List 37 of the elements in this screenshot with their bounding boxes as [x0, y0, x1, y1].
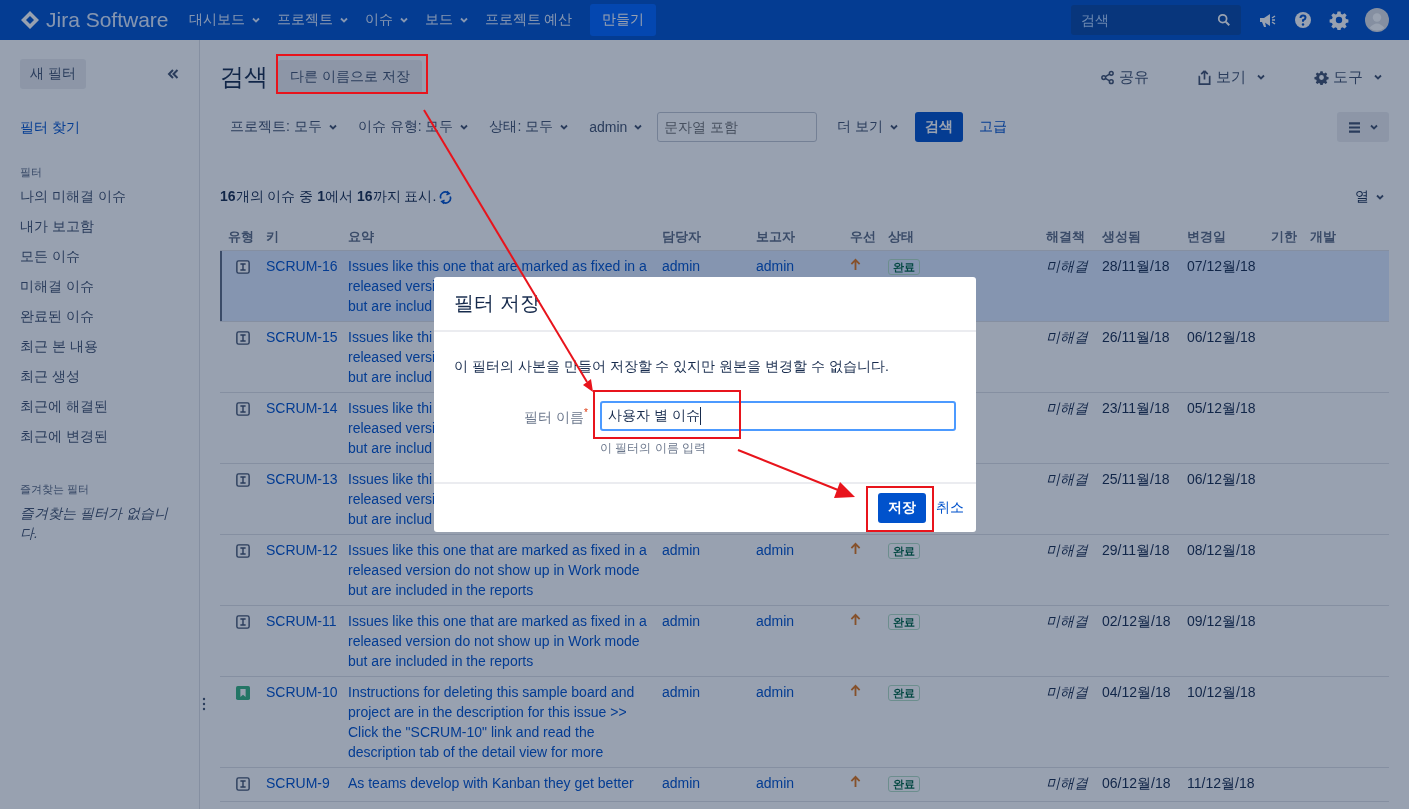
created-date: 28/11월/18: [1102, 258, 1170, 274]
created-date: 02/12월/18: [1102, 613, 1171, 629]
updated-date: 07/12월/18: [1187, 258, 1256, 274]
resolution-text: 미해결: [1046, 471, 1088, 487]
resolution-text: 미해결: [1046, 775, 1088, 791]
resolution-text: 미해결: [1046, 684, 1088, 700]
updated-date: 06/12월/18: [1187, 471, 1256, 487]
empty-message: 즐겨찾는 필터가 없습니다.: [20, 504, 170, 543]
field-label: 필터 이름$^{*}$: [523, 406, 588, 427]
created-date: 26/11월/18: [1102, 329, 1170, 345]
updated-date: 11/12월/18: [1187, 775, 1255, 791]
created-date: 23/11월/18: [1102, 400, 1170, 416]
updated-date: 09/12월/18: [1187, 613, 1256, 629]
resolution-text: 미해결: [1046, 258, 1088, 274]
status-lozenge: 완료: [888, 776, 920, 792]
created-date: 04/12월/18: [1102, 684, 1171, 700]
created-date: 25/11월/18: [1102, 471, 1170, 487]
section-heading: 즐겨찾는 필터: [20, 482, 91, 497]
section-heading: 필터: [20, 165, 43, 180]
status-lozenge: 완료: [888, 259, 920, 275]
resolution-text: 미해결: [1046, 400, 1088, 416]
updated-date: 10/12월/18: [1187, 684, 1256, 700]
page-title: 검색: [220, 62, 268, 92]
updated-date: 06/12월/18: [1187, 329, 1256, 345]
results-count: 16개의 이슈 중 1에서 16까지 표시.: [220, 188, 437, 206]
resolution-text: 미해결: [1046, 542, 1088, 558]
dialog-title: 필터 저장: [454, 291, 540, 316]
resolution-text: 미해결: [1046, 329, 1088, 345]
status-lozenge: 완료: [888, 685, 920, 701]
resolution-text: 미해결: [1046, 613, 1088, 629]
updated-date: 08/12월/18: [1187, 542, 1256, 558]
field-hint: 이 필터의 이름 입력: [600, 440, 707, 457]
created-date: 06/12월/18: [1102, 775, 1171, 791]
status-lozenge: 완료: [888, 614, 920, 630]
created-date: 29/11월/18: [1102, 542, 1170, 558]
status-lozenge: 완료: [888, 543, 920, 559]
updated-date: 05/12월/18: [1187, 400, 1256, 416]
